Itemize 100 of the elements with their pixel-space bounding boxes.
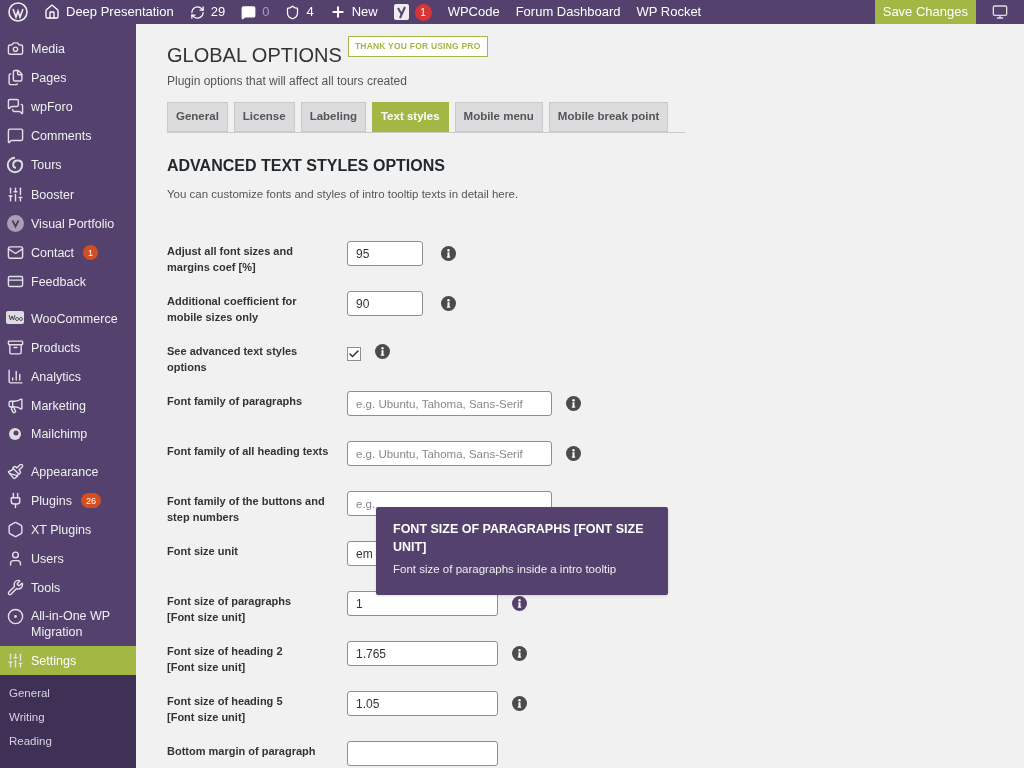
text-field[interactable]: e.g. Ubuntu, Tahoma, Sans-Serif (347, 441, 552, 467)
number-field[interactable]: 90 (347, 291, 423, 317)
checkbox[interactable] (347, 347, 361, 362)
contact-icon (6, 244, 24, 261)
tooltip-text: Font size of paragraphs inside a intro tooltip (393, 562, 618, 577)
home-icon (44, 4, 60, 20)
submenu-item[interactable]: General (0, 681, 136, 705)
tab[interactable]: Labeling (300, 102, 366, 132)
number-field[interactable]: 1.05 (347, 691, 498, 717)
sidebar-item[interactable]: Appearance (0, 457, 136, 486)
sidebar-item[interactable]: WooCommerce (0, 305, 136, 333)
migration-icon (6, 608, 24, 625)
sidebar-label: wpForo (31, 98, 73, 115)
option-label: Font size of paragraphs (167, 594, 293, 610)
booster-icon (6, 186, 24, 203)
count-badge: 1 (83, 245, 99, 260)
sidebar-item[interactable]: Mailchimp (0, 420, 136, 448)
number-field[interactable] (347, 741, 498, 767)
sidebar-item[interactable]: Booster (0, 180, 136, 209)
option-label: Font size unit (167, 544, 239, 560)
swirl-icon (6, 156, 24, 174)
info-icon[interactable] (441, 246, 456, 262)
new-link[interactable]: New (321, 0, 386, 24)
option-unit: [Font size unit] (167, 660, 247, 676)
section-description: You can customize fonts and styles of intro tooltip texts in detail here. (167, 187, 520, 202)
sidebar-item[interactable]: Analytics (0, 362, 136, 391)
toolbar-link[interactable]: WP Rocket (628, 0, 710, 24)
info-icon[interactable] (512, 696, 527, 712)
count-badge: 26 (81, 493, 101, 508)
info-icon[interactable] (512, 646, 527, 662)
info-icon[interactable] (566, 446, 581, 462)
sidebar-item[interactable]: Marketing (0, 391, 136, 420)
option-unit: [Font size unit] (167, 610, 247, 626)
tab[interactable]: Mobile menu (454, 102, 543, 132)
sidebar-item[interactable]: Contact 1 (0, 238, 136, 267)
appearance-icon (6, 463, 24, 480)
sidebar-item[interactable]: Feedback (0, 267, 136, 296)
screen-icon[interactable] (992, 4, 1008, 20)
sidebar-item[interactable]: Products (0, 333, 136, 362)
toolbar-link[interactable]: WPCode (439, 0, 508, 24)
option-label: Adjust all font sizes and margins coef [%] (167, 244, 294, 276)
sidebar-item[interactable]: Tours (0, 150, 136, 180)
sidebar-label: Plugins (31, 492, 72, 509)
page-subtitle: Plugin options that will affect all tours created (167, 73, 408, 90)
sidebar-label: Contact (31, 244, 75, 261)
submenu-item[interactable]: Writing (0, 705, 136, 729)
shield-icon (285, 4, 301, 20)
number-field[interactable]: 1.765 (347, 641, 498, 667)
sidebar-item[interactable]: Comments (0, 121, 136, 150)
sidebar-label: WooCommerce (31, 311, 118, 327)
updates-link[interactable]: 29 (181, 0, 234, 24)
comment-icon (241, 4, 257, 20)
sidebar-item[interactable]: XT Plugins (0, 515, 136, 544)
sidebar-item[interactable]: Users (0, 544, 136, 573)
toolbar-link[interactable]: Forum Dashboard (507, 0, 629, 24)
sidebar-item[interactable]: Media (0, 34, 136, 63)
sidebar-item[interactable]: Visual Portfolio (0, 209, 136, 238)
xt-icon (6, 521, 24, 538)
sidebar-label: Visual Portfolio (31, 215, 115, 232)
sidebar-item[interactable]: wpForo (0, 92, 136, 121)
option-label: Bottom margin of paragraph (167, 744, 317, 760)
option-unit: [Font size unit] (167, 710, 247, 726)
sidebar-label: Appearance (31, 463, 99, 480)
sidebar-label: Media (31, 40, 66, 57)
tab[interactable]: General (167, 102, 228, 132)
sidebar-label: Analytics (31, 368, 82, 385)
option-label: Font family of all heading texts (167, 444, 330, 460)
comments-link[interactable]: 0 (233, 0, 278, 24)
sidebar-label: Tours (31, 157, 62, 173)
sidebar-item[interactable]: Plugins 26 (0, 486, 136, 515)
sidebar-label: Mailchimp (31, 426, 88, 442)
marketing-icon (6, 397, 24, 414)
info-icon[interactable] (566, 396, 581, 412)
security-link[interactable]: 4 (277, 0, 322, 24)
option-label: Additional coefficient for mobile sizes only (167, 294, 298, 326)
refresh-icon (189, 4, 205, 20)
option-label: Font size of heading 5 (167, 694, 284, 710)
pro-badge: THANK YOU FOR USING PRO (347, 36, 488, 57)
tab[interactable]: Mobile break point (548, 102, 669, 132)
option-label: Font family of the buttons and step numbers (167, 494, 326, 526)
info-icon[interactable] (441, 296, 456, 312)
sidebar-item[interactable]: Pages (0, 63, 136, 92)
site-link[interactable]: Deep Presentation (36, 0, 182, 24)
yoast-icon[interactable] (393, 4, 409, 20)
submenu-item[interactable]: Reading (0, 729, 136, 753)
sidebar-item[interactable]: All-in-One WP Migration (0, 602, 136, 646)
comments-icon (6, 127, 24, 144)
info-icon[interactable] (375, 343, 390, 359)
woo-icon (6, 311, 24, 324)
media-icon (6, 40, 24, 57)
comment-count: 0 (262, 3, 270, 22)
settings-icon (6, 652, 24, 669)
tab[interactable]: License (233, 102, 295, 132)
wordpress-logo-icon[interactable] (8, 2, 28, 22)
section-title: ADVANCED TEXT STYLES OPTIONS (167, 156, 446, 176)
sidebar-item[interactable]: Tools (0, 573, 136, 602)
info-icon[interactable] (512, 596, 527, 612)
sidebar-label: Marketing (31, 397, 86, 414)
text-field[interactable]: e.g. Ubuntu, Tahoma, Sans-Serif (347, 391, 552, 417)
number-field[interactable]: 95 (347, 241, 423, 267)
